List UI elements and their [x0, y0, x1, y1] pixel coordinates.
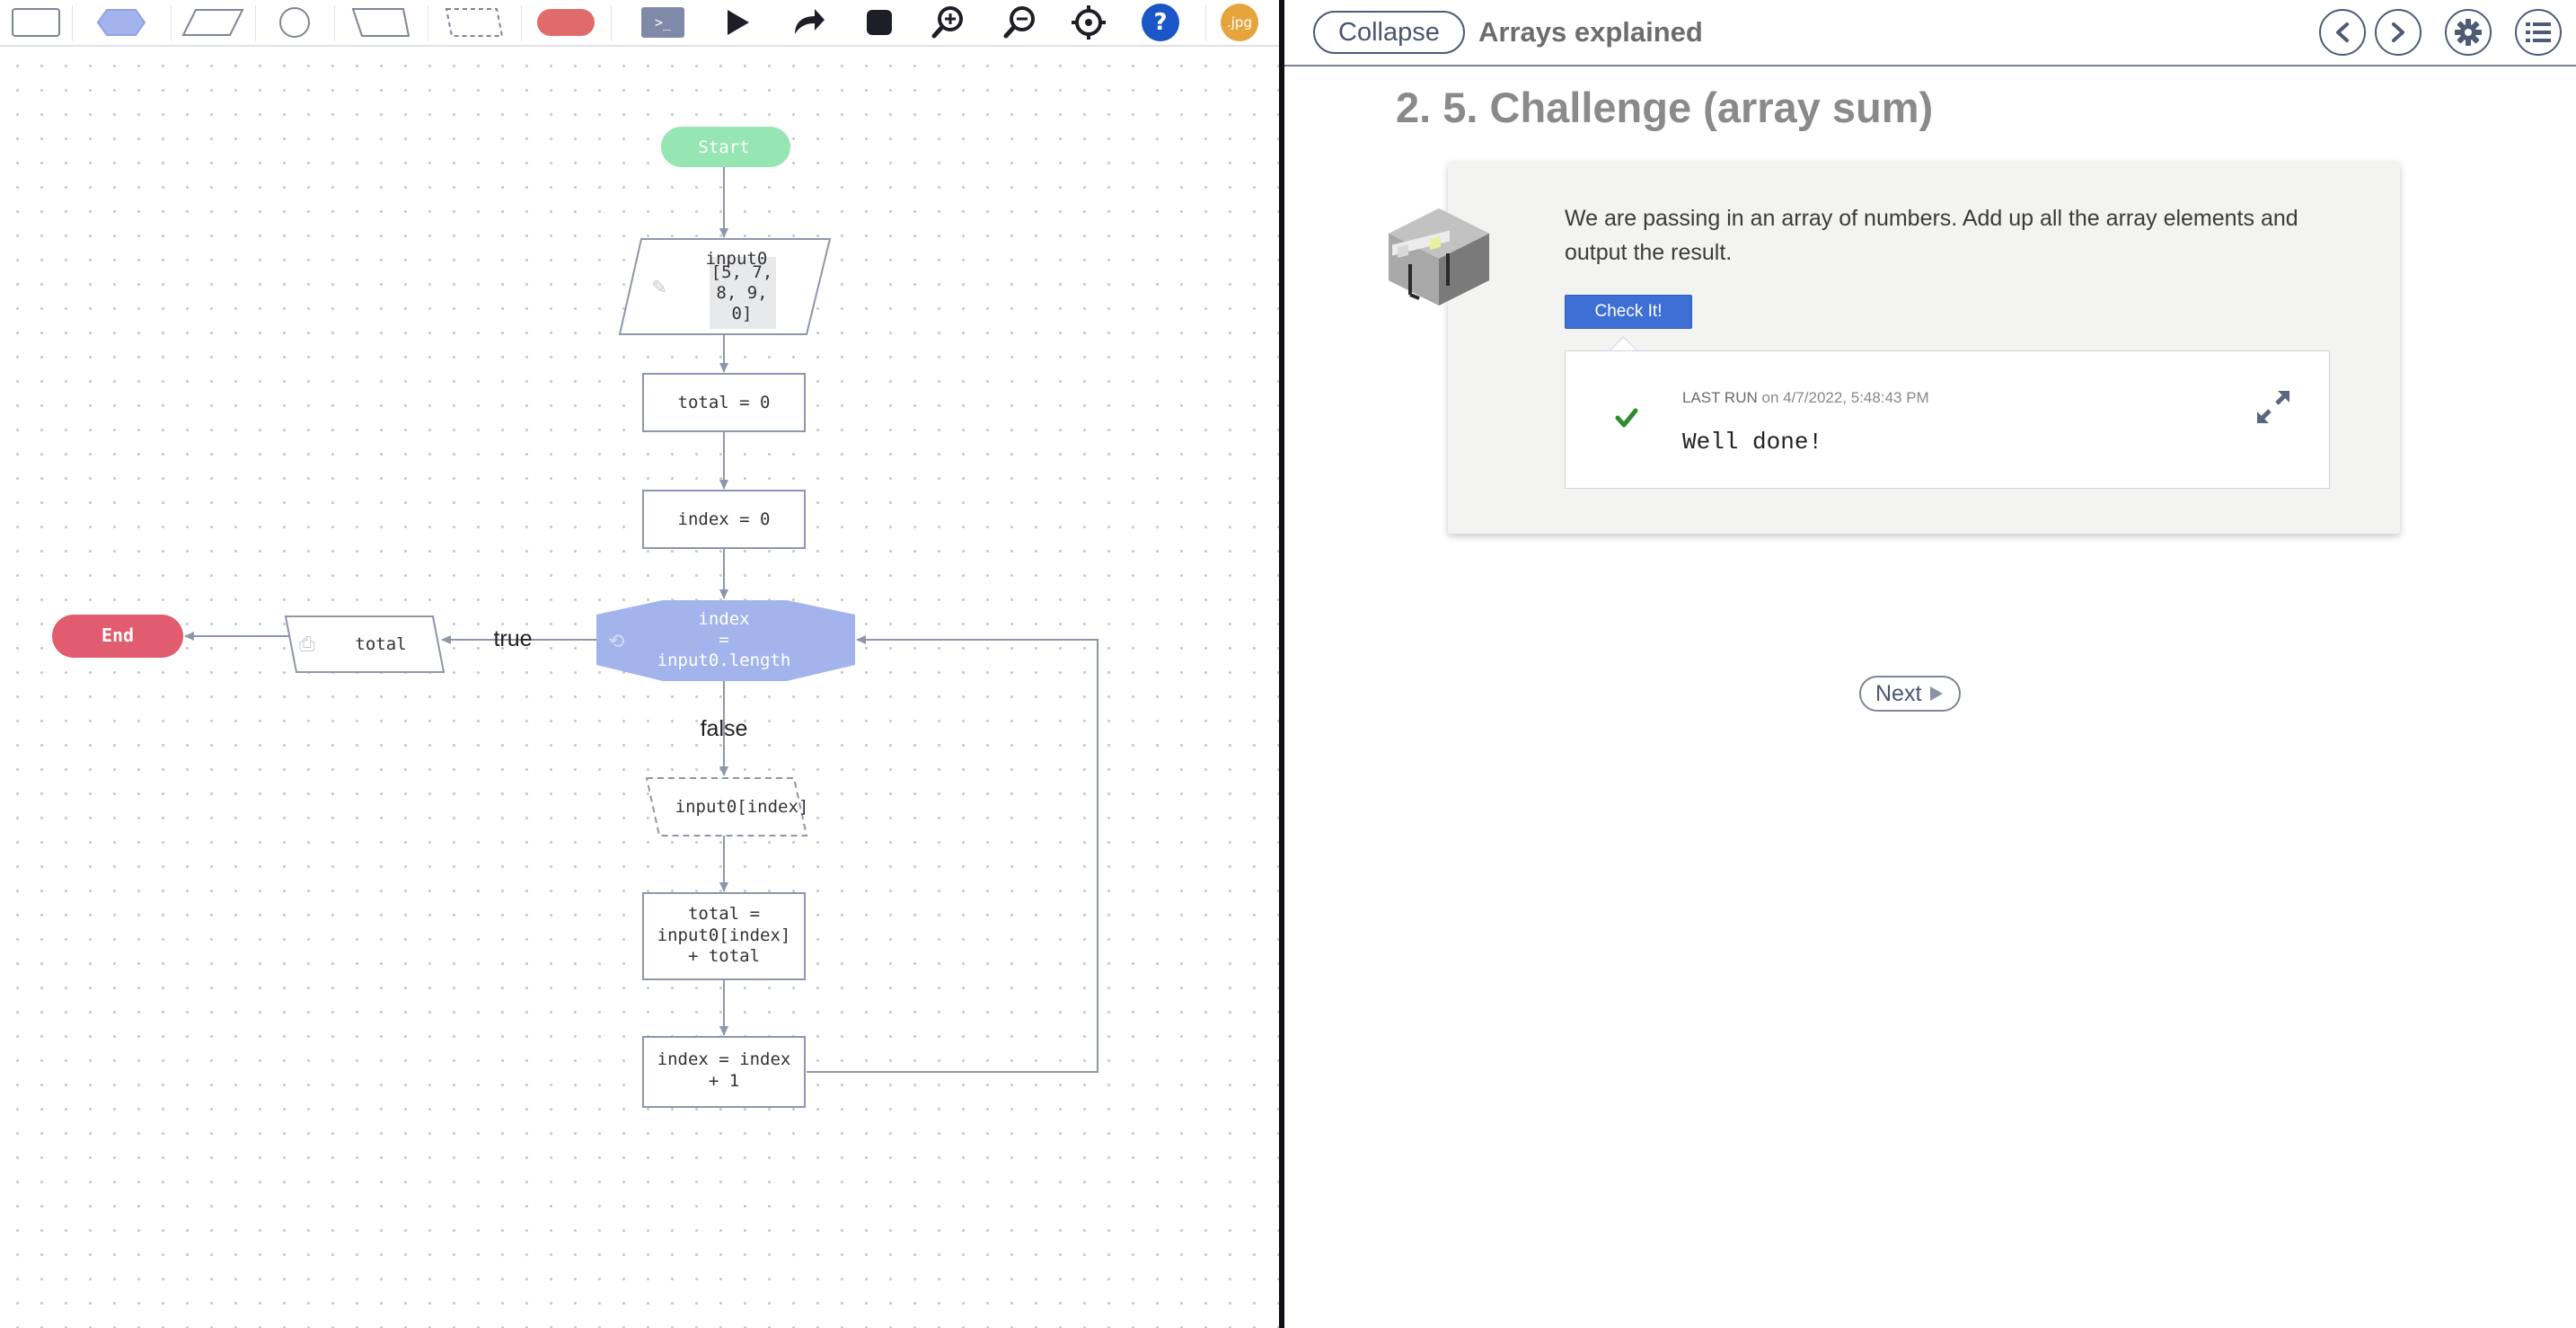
image-export-icon: .jpg [1221, 4, 1258, 41]
manual-input-tool[interactable] [334, 0, 428, 45]
process-tool[interactable] [0, 0, 72, 45]
circle-shape-icon [279, 7, 310, 38]
true-branch-label: true [493, 626, 532, 651]
run-button[interactable] [706, 0, 769, 45]
next-button[interactable]: Next [1859, 676, 1962, 712]
help-icon: ? [1142, 4, 1179, 41]
process-label: + 1 [709, 1071, 739, 1091]
pill-shape-icon [537, 9, 595, 36]
crosshair-icon [1072, 5, 1106, 40]
zoom-in-button[interactable] [916, 0, 981, 45]
section-title: 2. 5. Challenge (array sum) [1396, 84, 1934, 131]
loop-icon: ⟲ [608, 631, 624, 653]
checkmark-icon [1615, 408, 1638, 428]
output-node[interactable]: ⎙ total [284, 615, 446, 673]
trapezoid-shape-icon [351, 8, 410, 37]
last-run-label: LAST RUN [1682, 389, 1758, 406]
lesson-title: Arrays explained [1478, 16, 1703, 48]
challenge-prompt: We are passing in an array of numbers. A… [1565, 206, 2298, 265]
input-value-line: 8, 9, [716, 283, 767, 303]
decision-tool[interactable] [72, 0, 171, 45]
export-glyph: .jpg [1227, 14, 1252, 31]
input-value-line: 0] [732, 304, 753, 323]
decision-label: input0.length [657, 651, 791, 670]
next-page-button[interactable] [2375, 9, 2422, 56]
flowchart-editor[interactable]: Start ✎ input0 [5, 7, 8, 9, 0] total = 0… [0, 0, 1279, 1328]
last-run-info: LAST RUN on 4/7/2022, 5:48:43 PM [1682, 389, 1929, 407]
previous-button[interactable] [2319, 9, 2366, 56]
decision-label: index [698, 609, 749, 629]
editor-toolbar: >_ ? .jpg [0, 0, 1279, 47]
process-label: total = 0 [678, 393, 771, 412]
input-value-line: [5, 7, [711, 262, 773, 282]
hexagon-shape-icon [96, 9, 146, 36]
help-button[interactable]: ? [1128, 0, 1193, 45]
decision-label: = [719, 630, 728, 650]
center-button[interactable] [1056, 0, 1121, 45]
comment-label: input0[index] [675, 797, 809, 817]
list-icon [2526, 22, 2551, 42]
parallelogram-shape-icon [181, 9, 244, 36]
process-label: index = index [657, 1049, 791, 1069]
last-run-timestamp: on 4/7/2022, 5:48:43 PM [1761, 389, 1929, 406]
play-triangle-icon [1930, 686, 1944, 701]
comment-tool[interactable] [428, 0, 521, 45]
zoom-in-icon [931, 6, 963, 39]
end-node[interactable]: End [52, 615, 183, 658]
terminal-tool[interactable] [521, 0, 611, 45]
start-label: Start [698, 137, 749, 157]
help-glyph: ? [1153, 9, 1168, 36]
lesson-panel: Collapse Arrays explained 2. 5. Challeng… [1284, 0, 2576, 1328]
zoom-out-icon [1003, 6, 1035, 39]
last-run-result: LAST RUN on 4/7/2022, 5:48:43 PM Well do… [1565, 350, 2330, 489]
settings-button[interactable] [2445, 9, 2492, 56]
decision-node[interactable]: ⟲ index = input0.length [596, 600, 855, 681]
flowchart-canvas[interactable]: Start ✎ input0 [5, 7, 8, 9, 0] total = 0… [0, 0, 1279, 1328]
input-output-tool[interactable] [171, 0, 255, 45]
zoom-out-button[interactable] [988, 0, 1053, 45]
process-node-total-init[interactable]: total = 0 [642, 373, 806, 432]
pencil-icon: ✎ [652, 273, 666, 300]
false-branch-label: false [701, 716, 748, 741]
collapse-button[interactable]: Collapse [1313, 11, 1465, 54]
output-label: total [355, 634, 406, 654]
check-it-button[interactable]: Check It! [1565, 295, 1692, 329]
play-icon [728, 10, 749, 35]
next-label: Next [1875, 680, 1922, 706]
process-node-sum[interactable]: total = input0[index] + total [642, 892, 806, 980]
process-label: + total [688, 946, 760, 966]
process-node-index-init[interactable]: index = 0 [642, 490, 806, 549]
printer-icon: ⎙ [299, 633, 315, 656]
stop-button[interactable] [848, 0, 911, 45]
gear-icon [2455, 19, 2482, 46]
menu-button[interactable] [2515, 9, 2562, 56]
hurdle-robot-icon [1389, 208, 1489, 305]
lesson-header: Collapse Arrays explained [1284, 0, 2576, 66]
connector-tool[interactable] [255, 0, 334, 45]
stop-icon [867, 10, 892, 35]
step-button[interactable] [776, 0, 841, 45]
end-label: End [101, 624, 134, 646]
process-label: total = [688, 904, 760, 924]
expand-arrows-icon[interactable] [2254, 387, 2293, 427]
terminal-glyph: >_ [654, 14, 672, 31]
redo-arrow-icon [795, 9, 825, 34]
rectangle-shape-icon [12, 8, 60, 37]
input-node[interactable]: ✎ input0 [5, 7, 8, 9, 0] [618, 238, 832, 335]
process-label: index = 0 [678, 509, 771, 529]
chevron-right-icon [2392, 22, 2404, 42]
process-node-increment[interactable]: index = index + 1 [642, 1036, 806, 1108]
comment-node[interactable]: input0[index] [645, 777, 809, 837]
process-label: input0[index] [657, 925, 791, 945]
chevron-left-icon [2336, 22, 2349, 42]
console-button[interactable]: >_ [629, 0, 697, 45]
export-image-button[interactable]: .jpg [1213, 0, 1266, 45]
dashed-shape-icon [445, 8, 504, 37]
start-node[interactable]: Start [661, 127, 790, 167]
result-message: Well done! [1682, 429, 1823, 456]
terminal-icon: >_ [641, 7, 684, 38]
